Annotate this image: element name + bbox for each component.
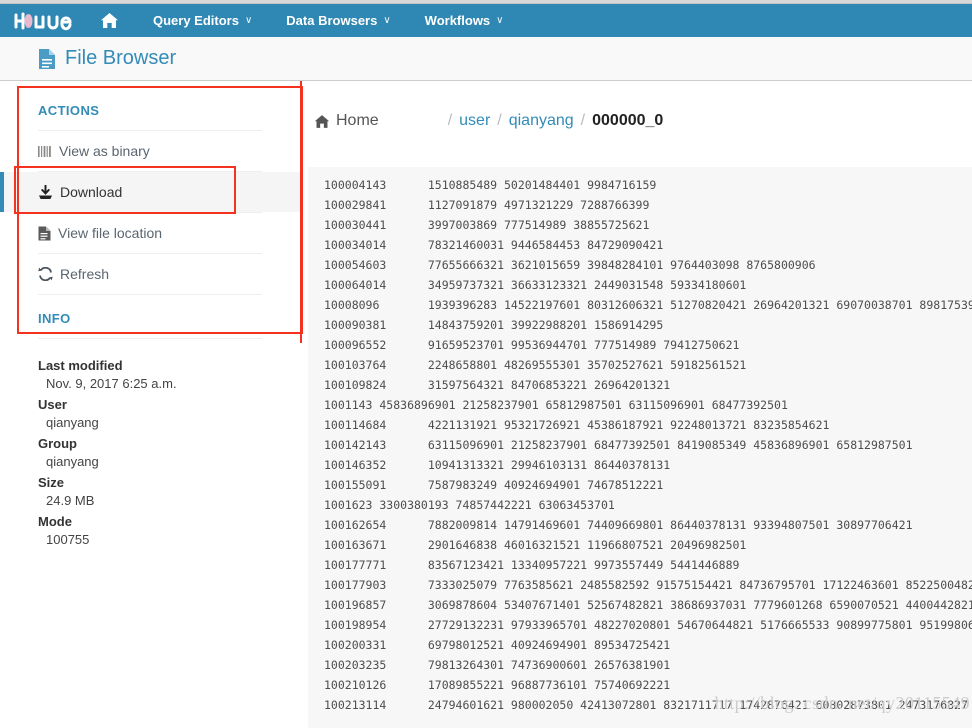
- action-label: Refresh: [60, 266, 109, 282]
- file-line: 1001143 45836896901 21258237901 65812987…: [308, 395, 972, 415]
- sidebar: ACTIONS View as binary: [0, 81, 300, 728]
- action-label: View as binary: [59, 143, 150, 159]
- info-value-group: qianyang: [38, 455, 300, 476]
- hue-logo-icon[interactable]: [14, 10, 76, 32]
- file-line: 100203235 79813264301 74736900601 265763…: [308, 655, 972, 675]
- file-line: 100210126 17089855221 96887736101 757406…: [308, 675, 972, 695]
- nav-item-label: Data Browsers: [286, 13, 377, 28]
- info-value-user: qianyang: [38, 416, 300, 437]
- file-info-list: Last modified Nov. 9, 2017 6:25 a.m. Use…: [0, 339, 300, 554]
- info-value-last-modified: Nov. 9, 2017 6:25 a.m.: [38, 377, 300, 398]
- home-icon: [100, 12, 119, 29]
- file-line: 100163671 2901646838 46016321521 1196680…: [308, 535, 972, 555]
- breadcrumb-separator: /: [497, 112, 501, 130]
- file-line: 100155091 7587983249 40924694901 7467851…: [308, 475, 972, 495]
- file-line: 100103764 2248658801 48269555301 3570252…: [308, 355, 972, 375]
- breadcrumb: Home / user / qianyang / 000000_0: [300, 81, 972, 161]
- highlight-annotation-edge: [300, 81, 302, 343]
- file-line: 100114684 4221131921 95321726921 4538618…: [308, 415, 972, 435]
- breadcrumb-home-label: Home: [336, 112, 379, 130]
- main-area: ACTIONS View as binary: [0, 81, 972, 728]
- file-line: 100030441 3997003869 777514989 388557256…: [308, 215, 972, 235]
- barcode-icon: [38, 145, 52, 158]
- nav-item-query-editors[interactable]: Query Editors ∨: [153, 13, 252, 28]
- file-line: 100177903 7333025079 7763585621 24855825…: [308, 575, 972, 595]
- chevron-down-icon: ∨: [383, 15, 390, 26]
- action-refresh[interactable]: Refresh: [0, 254, 300, 294]
- home-icon: [314, 114, 330, 129]
- file-content-viewer[interactable]: 100004143 1510885489 50201484401 9984716…: [308, 167, 972, 728]
- info-section-label: INFO: [0, 295, 300, 338]
- breadcrumb-link-qianyang[interactable]: qianyang: [509, 112, 574, 130]
- file-document-icon: [38, 48, 56, 70]
- action-label: View file location: [58, 225, 162, 241]
- file-line: 1001623 3300380193 74857442221 630634537…: [308, 495, 972, 515]
- nav-item-label: Query Editors: [153, 13, 239, 28]
- info-key-mode: Mode: [38, 515, 300, 533]
- breadcrumb-separator: /: [581, 112, 585, 130]
- navbar-home-button[interactable]: [100, 12, 119, 29]
- breadcrumb-link-user[interactable]: user: [459, 112, 490, 130]
- nav-item-label: Workflows: [425, 13, 491, 28]
- file-line: 100054603 77655666321 3621015659 3984828…: [308, 255, 972, 275]
- page-title-text: File Browser: [65, 47, 176, 70]
- info-key-user: User: [38, 398, 300, 416]
- chevron-down-icon: ∨: [245, 15, 252, 26]
- action-view-file-location[interactable]: View file location: [0, 213, 300, 253]
- page-header: File Browser: [0, 37, 972, 81]
- file-line: 100034014 78321460031 9446584453 8472909…: [308, 235, 972, 255]
- nav-item-workflows[interactable]: Workflows ∨: [425, 13, 504, 28]
- file-line: 100196857 3069878604 53407671401 5256748…: [308, 595, 972, 615]
- info-key-size: Size: [38, 476, 300, 494]
- file-line: 100146352 10941313321 29946103131 864403…: [308, 455, 972, 475]
- page-title: File Browser: [38, 47, 176, 70]
- actions-section-label: ACTIONS: [0, 87, 300, 130]
- file-line: 10008096 1939396283 14522197601 80312606…: [308, 295, 972, 315]
- file-line: 100109824 31597564321 84706853221 269642…: [308, 375, 972, 395]
- file-line: 100198954 27729132231 97933965701 482270…: [308, 615, 972, 635]
- info-value-size: 24.9 MB: [38, 494, 300, 515]
- download-icon: [38, 185, 53, 200]
- file-line: 100142143 63115096901 21258237901 684773…: [308, 435, 972, 455]
- breadcrumb-home[interactable]: Home: [314, 112, 379, 130]
- file-line: 100096552 91659523701 99536944701 777514…: [308, 335, 972, 355]
- top-navbar: Query Editors ∨ Data Browsers ∨ Workflow…: [0, 4, 972, 37]
- info-key-group: Group: [38, 437, 300, 455]
- nav-item-data-browsers[interactable]: Data Browsers ∨: [286, 13, 390, 28]
- file-line: 100029841 1127091879 4971321229 72887663…: [308, 195, 972, 215]
- file-line: 100064014 34959737321 36633123321 244903…: [308, 275, 972, 295]
- content-area: Home / user / qianyang / 000000_0 100004…: [300, 81, 972, 728]
- file-line: 100177771 83567123421 13340957221 997355…: [308, 555, 972, 575]
- action-download[interactable]: Download: [0, 172, 300, 212]
- info-value-mode: 100755: [38, 533, 300, 554]
- info-key-last-modified: Last modified: [38, 359, 300, 377]
- file-line: 100213114 24794601621 980002050 42413072…: [308, 695, 972, 715]
- file-line: 100004143 1510885489 50201484401 9984716…: [308, 175, 972, 195]
- refresh-icon: [38, 267, 53, 281]
- action-view-as-binary[interactable]: View as binary: [0, 131, 300, 171]
- file-line: 100200331 69798012521 40924694901 895347…: [308, 635, 972, 655]
- action-label: Download: [60, 184, 122, 200]
- chevron-down-icon: ∨: [496, 15, 503, 26]
- breadcrumb-separator: /: [448, 112, 452, 130]
- file-line: 100090381 14843759201 39922988201 158691…: [308, 315, 972, 335]
- file-line: 100162654 7882009814 14791469601 7440966…: [308, 515, 972, 535]
- breadcrumb-current-file: 000000_0: [592, 112, 663, 130]
- file-lines-icon: [38, 226, 51, 241]
